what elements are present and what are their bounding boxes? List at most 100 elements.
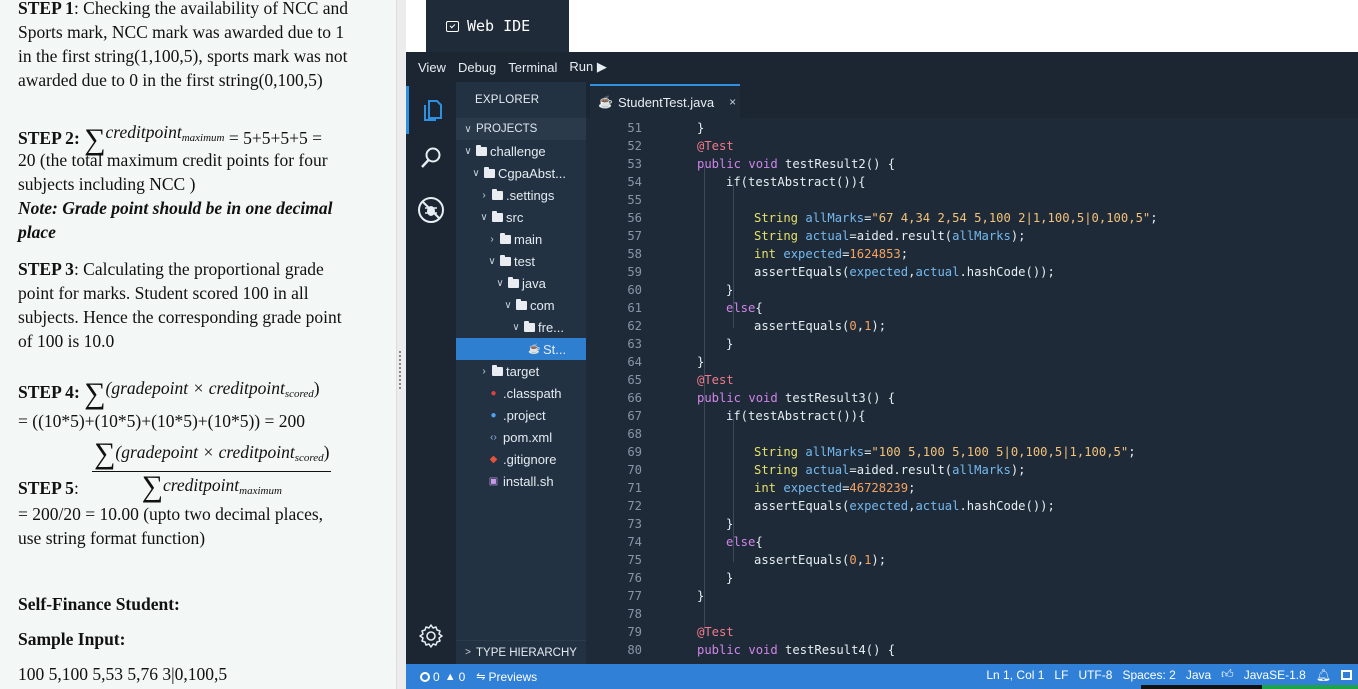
chevron-down-icon: ∨ [464,123,472,135]
language-mode[interactable]: Java [1186,668,1211,682]
cursor-position[interactable]: Ln 1, Col 1 [986,668,1044,682]
ide-title-tab[interactable]: Web IDE [426,0,569,52]
chevron-down-icon[interactable]: ∨ [502,300,514,311]
chevron-down-icon[interactable]: ∨ [486,256,498,267]
indentation[interactable]: Spaces: 2 [1122,668,1175,682]
tree-item-label: .classpath [503,385,562,401]
tree-item[interactable]: ∨ fre... [456,316,586,338]
tree-item[interactable]: ‹› pom.xml [456,426,586,448]
tree-item-label: main [514,231,543,247]
web-ide: Web IDE View Debug Terminal Run ▶ EXPLOR… [406,0,1358,689]
line-number: 65 [627,373,642,387]
type-hierarchy-section[interactable]: > TYPE HIERARCHY [456,640,586,664]
tree-item[interactable]: ● .classpath [456,382,586,404]
tree-item-label: .gitignore [503,451,557,467]
chevron-down-icon[interactable]: ∨ [510,322,522,333]
layout-icon[interactable] [1341,669,1352,680]
tree-item[interactable]: ∨ CgpaAbst... [456,162,586,184]
tree-item-label: fre... [538,319,565,335]
line-number: 74 [627,535,642,549]
tree-item[interactable]: ∨ test [456,250,586,272]
close-icon[interactable]: × [729,95,736,109]
project-icon: ● [490,409,497,421]
code-line-57: String actual=aided.result(allMarks); [754,229,1026,243]
thumbs-up-icon[interactable]: 👍︎ [1221,667,1234,682]
code-line-77: } [697,589,705,603]
menu-terminal[interactable]: Terminal [504,60,565,75]
code-line-80: public void testResult4() { [697,643,896,657]
tree-item[interactable]: ▣ install.sh [456,470,586,492]
chevron-right-icon[interactable]: › [478,190,490,201]
java-file-icon: ☕ [528,343,541,355]
chevron-down-icon[interactable]: ∨ [462,146,474,157]
sigma-symbol: ∑ [94,437,116,470]
menu-bar: View Debug Terminal Run ▶ [406,52,1358,82]
code-area[interactable]: 51 52 53 54 55 56 57 58 59 60 61 62 63 64 65 66 67 68 69 70… [586,118,1358,664]
panel-divider[interactable] [396,0,406,689]
projects-section-header[interactable]: ∨ PROJECTS [456,118,586,140]
bell-icon[interactable]: 🔔︎ [1316,668,1331,682]
tree-item[interactable]: › .settings [456,184,586,206]
resize-handle[interactable] [398,350,402,390]
menu-run[interactable]: Run ▶ [565,59,614,75]
code-line-60: } [726,283,734,297]
line-ending[interactable]: LF [1054,668,1068,682]
line-number: 60 [627,283,642,297]
code-line-72: assertEquals(expected,actual.hashCode())… [754,499,1055,513]
chevron-right-icon[interactable]: › [486,234,498,245]
classpath-icon: ● [490,387,497,399]
self-finance-title: Self-Finance Student: [18,594,180,614]
problems-indicator[interactable]: 0 ▲ 0 ⇋ Previews [406,670,537,684]
menu-view[interactable]: View [406,60,454,75]
tree-item[interactable]: ∨ challenge [456,140,586,162]
tree-item[interactable]: ∨ com [456,294,586,316]
tree-item[interactable]: › target [456,360,586,382]
tree-item-label: test [514,253,535,269]
step2-formula-var: creditpoint [105,122,182,142]
folder-icon [508,276,519,288]
explorer-title: EXPLORER [475,94,540,106]
tree-item[interactable]: ☕ St... [456,338,586,360]
menu-debug[interactable]: Debug [454,60,504,75]
step5-label: STEP 5 [18,478,74,498]
tree-item[interactable]: ◆ .gitignore [456,448,586,470]
projects-title: PROJECTS [476,123,538,135]
step4-formula-close: ) [313,378,320,398]
tree-item[interactable]: › main [456,228,586,250]
line-number: 78 [627,607,642,621]
line-number: 53 [627,157,642,171]
chevron-down-icon[interactable]: ∨ [470,168,482,179]
activity-bar [406,82,456,664]
tree-item[interactable]: ● .project [456,404,586,426]
encoding[interactable]: UTF-8 [1078,668,1112,682]
step4-text-2: = ((10*5)+(10*5)+(10*5)+(10*5)) = 200 [18,411,305,431]
debug-activity[interactable] [406,186,456,234]
step1-text-3: in the first string(1,100,5), sports mar… [18,46,348,66]
search-activity[interactable] [406,134,456,182]
step2-note-2: place [18,222,56,242]
previews-label[interactable]: Previews [488,670,537,684]
line-number: 61 [627,301,642,315]
code-line-73: } [726,517,734,531]
line-number: 57 [627,229,642,243]
tree-item[interactable]: ∨ java [456,272,586,294]
step3-text-3: subjects. Hence the corresponding grade … [18,307,342,327]
chevron-down-icon[interactable]: ∨ [494,278,506,289]
folder-icon [492,364,503,376]
gear-icon [419,624,443,648]
tree-item[interactable]: ∨ src [456,206,586,228]
step5-block: STEP 5: = 200/20 = 10.00 (upto two decim… [18,476,390,550]
jdk-version[interactable]: JavaSE-1.8 [1244,668,1306,682]
chevron-down-icon[interactable]: ∨ [478,212,490,223]
folder-icon [492,210,503,222]
step5-text-3: use string format function) [18,528,206,548]
step3-text-2: point for marks. Student scored 100 in a… [18,283,309,303]
settings-activity[interactable] [406,612,456,660]
tree-item-label: com [530,297,555,313]
tab-student-test[interactable]: ☕ StudentTest.java × [590,84,740,118]
warning-count: 0 [458,669,466,684]
line-number: 56 [627,211,642,225]
explorer-activity[interactable] [406,86,456,134]
chevron-right-icon[interactable]: › [478,366,490,377]
code-line-52: @Test [697,139,734,153]
